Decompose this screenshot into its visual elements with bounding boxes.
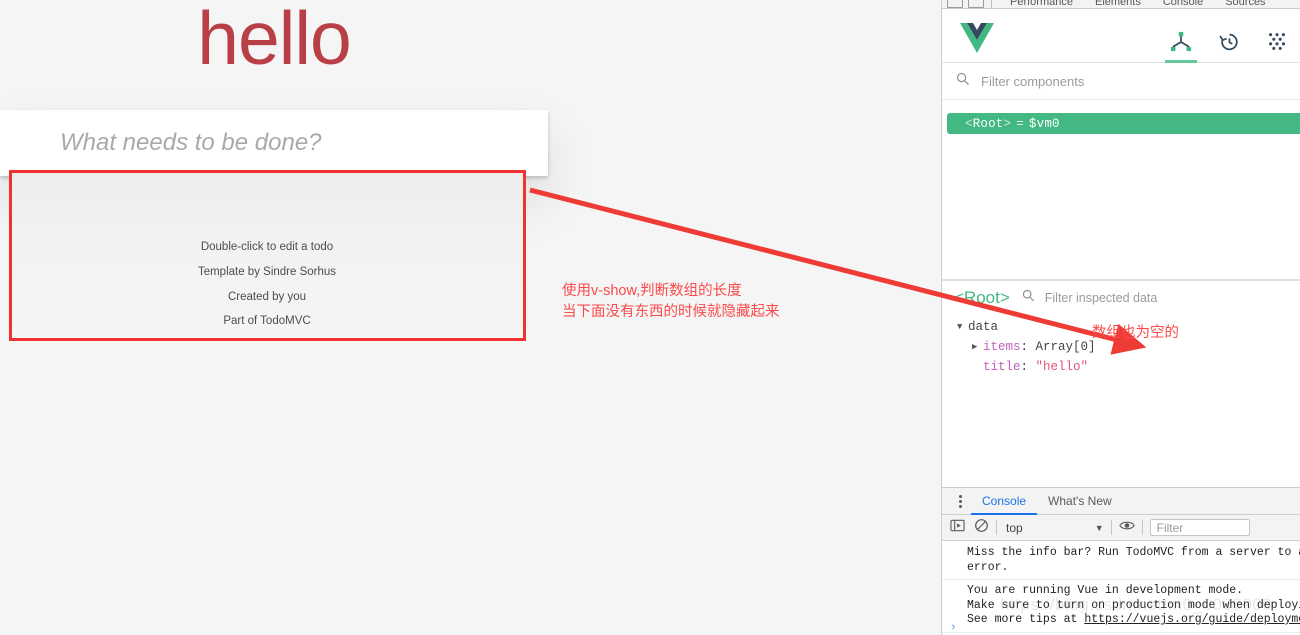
info-line: Part of TodoMVC <box>223 315 311 328</box>
annotation-line-2: 当下面没有东西的时候就隐藏起来 <box>562 304 780 320</box>
toolbar-divider <box>996 520 997 535</box>
info-line: Double-click to edit a todo <box>200 241 334 253</box>
filter-inspected-data-input[interactable] <box>1042 290 1233 306</box>
toolbar-divider <box>1141 520 1143 535</box>
vm-handle: $vm0 <box>1028 116 1060 131</box>
angle-close: > <box>1003 116 1012 131</box>
filter-components-input[interactable] <box>979 73 1239 90</box>
screenshot-root: hello Double-click to edit a todo Templa… <box>0 0 1300 635</box>
vue-tabs <box>1157 21 1300 63</box>
console-log: Miss the info bar? Run TodoMVC from a se… <box>942 542 1300 635</box>
caret-down-icon[interactable]: ▼ <box>957 322 968 332</box>
data-value: "hello" <box>1035 360 1089 374</box>
console-prompt[interactable]: › <box>942 619 1300 635</box>
page-title: hello <box>197 0 351 80</box>
component-name: Root <box>972 116 1004 131</box>
todoapp-card <box>0 110 548 176</box>
more-options-icon[interactable] <box>949 494 971 508</box>
console-toolbar: top ▼ <box>942 515 1300 541</box>
chrome-devtools-panel: Performance Elements Console Sources Fil… <box>941 0 1300 635</box>
drawer-tabs: Console What's New <box>942 488 1300 515</box>
sidebar-toggle-icon[interactable] <box>950 518 965 538</box>
tab-whats-new[interactable]: What's New <box>1037 488 1123 515</box>
tab-console[interactable]: Console <box>971 488 1037 515</box>
vuex-tab[interactable] <box>1253 21 1300 63</box>
data-group-data[interactable]: ▼ data <box>957 320 998 334</box>
search-icon <box>1022 289 1035 307</box>
annotation-line-1: 使用v-show,判断数组的长度 <box>562 283 742 299</box>
data-key: title <box>983 360 1021 374</box>
tab-elements[interactable]: Elements <box>1084 0 1152 8</box>
chevron-down-icon[interactable]: ▼ <box>1095 523 1104 533</box>
toolbar-divider <box>1110 520 1112 535</box>
tab-sources[interactable]: Sources <box>1214 0 1276 8</box>
todo-info-footer: Double-click to edit a todo Template by … <box>9 172 525 340</box>
annotation-note-left: 使用v-show,判断数组的长度 当下面没有东西的时候就隐藏起来 <box>562 281 780 323</box>
eye-icon[interactable] <box>1118 519 1135 537</box>
data-group-label: data <box>968 320 999 334</box>
info-line: Template by Sindre Sorhus <box>197 265 337 278</box>
console-message: Miss the info bar? Run TodoMVC from a se… <box>942 542 1300 580</box>
annotation-note-right: 数组也为空的 <box>1092 325 1179 341</box>
toolbar-divider <box>991 0 992 8</box>
component-tree: < Root > = $vm0 <box>942 101 1300 279</box>
tab-console[interactable]: Console <box>1152 0 1214 8</box>
prompt-chevron-icon: › <box>950 621 957 634</box>
console-drawer: Console What's New top ▼ Filter Miss the… <box>942 487 1300 635</box>
inspected-data-header: <Root> <box>942 283 1300 313</box>
console-filter-input[interactable] <box>1154 519 1245 536</box>
timetravel-tab[interactable] <box>1205 21 1253 63</box>
inspect-element-icon[interactable] <box>947 0 963 8</box>
vue-devtools-header <box>942 9 1300 63</box>
data-row-title[interactable]: title: "hello" <box>983 360 1088 374</box>
component-tree-row-root[interactable]: < Root > = $vm0 <box>947 113 1300 134</box>
console-filter-box[interactable] <box>1149 519 1250 536</box>
angle-open: < <box>965 116 973 131</box>
inspected-component-label: <Root> <box>954 288 1010 307</box>
devtools-tabstrip: Performance Elements Console Sources <box>942 0 1300 9</box>
new-todo-input[interactable] <box>0 110 548 176</box>
data-row-items[interactable]: ▶ items: Array[0] <box>972 340 1096 354</box>
vue-logo-icon <box>960 23 994 58</box>
todomvc-page: hello Double-click to edit a todo Templa… <box>0 0 941 635</box>
tab-performance[interactable]: Performance <box>999 0 1084 8</box>
info-line: Created by you <box>228 290 306 303</box>
components-tab[interactable] <box>1157 21 1205 63</box>
equals-sign: = <box>1016 116 1024 131</box>
filter-components-row <box>942 64 1300 100</box>
panel-splitter[interactable] <box>942 279 1300 281</box>
inspected-data-body: ▼ data ▶ items: Array[0] title: "hello" <box>942 320 1300 483</box>
device-toolbar-icon[interactable] <box>968 0 984 8</box>
data-value: Array[0] <box>1035 340 1096 354</box>
clear-console-icon[interactable] <box>974 518 989 538</box>
caret-right-icon[interactable]: ▶ <box>972 342 983 352</box>
search-icon <box>956 72 970 91</box>
console-context-select[interactable]: top <box>1004 521 1023 535</box>
data-key: items <box>983 340 1021 354</box>
